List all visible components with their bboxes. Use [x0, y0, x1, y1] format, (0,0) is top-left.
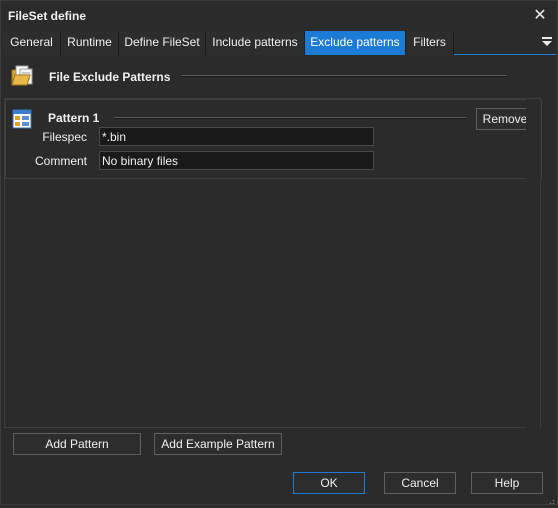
tab-include-patterns[interactable]: Include patterns	[206, 31, 305, 55]
ok-button[interactable]: OK	[293, 472, 365, 494]
tab-runtime[interactable]: Runtime	[61, 31, 119, 55]
pattern-list-icon	[12, 109, 32, 129]
tab-exclude-patterns[interactable]: Exclude patterns	[305, 31, 406, 55]
comment-label: Comment	[34, 154, 87, 168]
help-button[interactable]: Help	[471, 472, 543, 494]
filespec-label: Filespec	[42, 130, 87, 144]
pattern-item: Pattern 1 Remove Filespec Comment	[5, 99, 542, 179]
tab-filters[interactable]: Filters	[406, 31, 454, 55]
comment-input[interactable]	[99, 151, 374, 170]
add-pattern-button[interactable]: Add Pattern	[13, 433, 141, 455]
pattern-title: Pattern 1	[48, 111, 100, 125]
section-header: File Exclude Patterns	[11, 63, 511, 91]
pattern-list: Pattern 1 Remove Filespec Comment	[4, 98, 542, 429]
window-title: FileSet define	[8, 9, 87, 23]
close-icon[interactable]: ✕	[529, 5, 551, 27]
title-bar: FileSet define ✕	[1, 1, 557, 31]
pattern-divider	[114, 117, 466, 119]
tab-define-fileset[interactable]: Define FileSet	[119, 31, 206, 55]
tab-strip: General Runtime Define FileSet Include p…	[3, 31, 556, 55]
section-divider	[181, 75, 507, 77]
section-title: File Exclude Patterns	[49, 70, 171, 84]
tab-general[interactable]: General	[3, 31, 61, 55]
cancel-button[interactable]: Cancel	[384, 472, 456, 494]
add-example-pattern-button[interactable]: Add Example Pattern	[154, 433, 282, 455]
filespec-input[interactable]	[99, 127, 374, 146]
resize-grip-icon[interactable]	[547, 494, 555, 505]
tab-overflow-menu-icon[interactable]	[540, 35, 554, 49]
fileset-define-dialog: FileSet define ✕ General Runtime Define …	[0, 0, 558, 505]
folder-documents-icon	[11, 65, 35, 87]
scrollbar[interactable]	[526, 99, 540, 429]
